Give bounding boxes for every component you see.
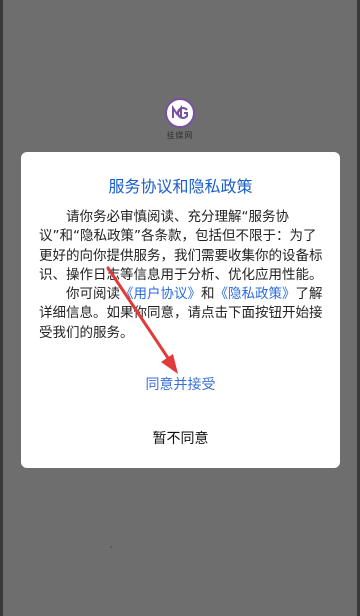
app-logo: 挂媒网 — [163, 98, 197, 148]
decorative-dot — [110, 546, 112, 548]
disagree-button[interactable]: 暂不同意 — [21, 428, 340, 448]
dialog-body: 请你务必审慎阅读、充分理解“服务协议”和“隐私政策”各条款，包括但不限于：为了更… — [39, 208, 329, 343]
privacy-policy-link[interactable]: 《隐私政策》 — [215, 286, 296, 302]
para2-prefix: 你可阅读 — [66, 286, 120, 303]
dialog-title: 服务协议和隐私政策 — [108, 177, 253, 196]
para2-and: 和 — [201, 286, 215, 303]
agree-button[interactable]: 同意并接受 — [21, 374, 340, 394]
logo-text: 挂媒网 — [166, 131, 194, 140]
user-agreement-link[interactable]: 《用户协议》 — [120, 286, 201, 302]
dialog-paragraph-1: 请你务必审慎阅读、充分理解“服务协议”和“隐私政策”各条款，包括但不限于：为了更… — [39, 209, 323, 283]
dialog-paragraph-2: 你可阅读《用户协议》和《隐私政策》了解详细信息。如果你同意，请点击下面按钮开始接… — [39, 285, 329, 343]
logo-icon — [165, 98, 195, 128]
privacy-dialog: 服务协议和隐私政策 请你务必审慎阅读、充分理解“服务协议”和“隐私政策”各条款，… — [21, 152, 340, 468]
